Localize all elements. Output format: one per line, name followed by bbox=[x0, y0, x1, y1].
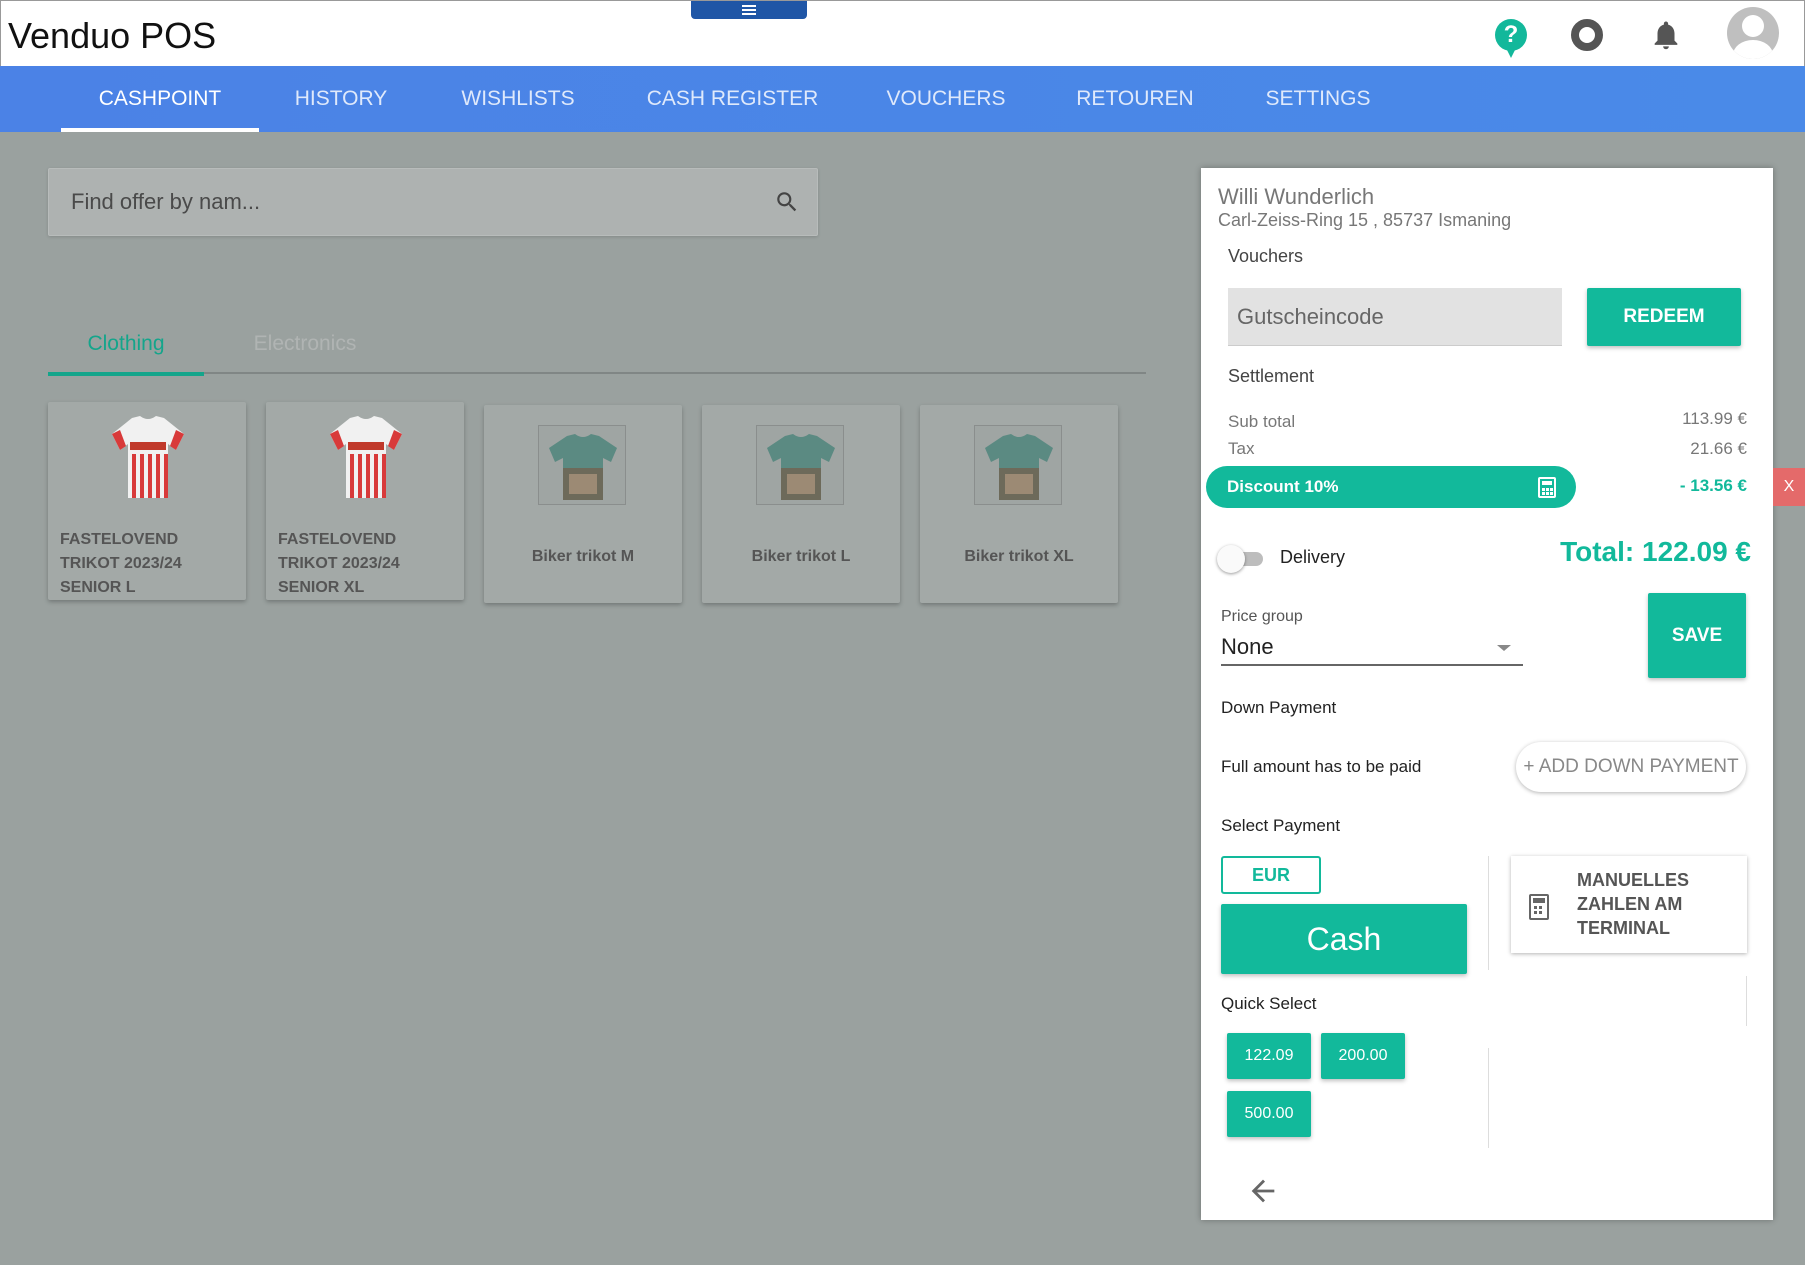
discount-value: - 13.56 € bbox=[1679, 476, 1747, 495]
product-card[interactable]: FASTELOVEND TRIKOT 2023/24 SENIOR XL bbox=[266, 402, 464, 600]
subtotal-value: 113.99 € bbox=[1682, 409, 1747, 428]
voucher-code-input[interactable] bbox=[1228, 288, 1562, 346]
category-tabs: Clothing Electronics bbox=[48, 320, 1146, 376]
tab-vouchers[interactable]: VOUCHERS bbox=[878, 66, 1014, 132]
top-header: Venduo POS ? bbox=[0, 0, 1805, 66]
payment-divider bbox=[1746, 976, 1747, 1026]
main-nav: CASHPOINT HISTORY WISHLISTS CASH REGISTE… bbox=[0, 66, 1805, 132]
save-button[interactable]: SAVE bbox=[1648, 593, 1746, 678]
product-name: Biker trikot L bbox=[751, 548, 851, 565]
product-card[interactable]: Biker trikot L bbox=[702, 405, 900, 603]
tax-value: 21.66 € bbox=[1690, 439, 1747, 458]
hamburger-icon bbox=[742, 9, 756, 11]
settlement-label: Settlement bbox=[1228, 366, 1315, 386]
tab-settings[interactable]: SETTINGS bbox=[1258, 66, 1378, 132]
tab-cashpoint[interactable]: CASHPOINT bbox=[61, 66, 259, 132]
quick-select-button[interactable]: 122.09 bbox=[1227, 1033, 1311, 1079]
customer-name: Willi Wunderlich bbox=[1218, 184, 1375, 209]
quick-select-button[interactable]: 500.00 bbox=[1227, 1091, 1311, 1137]
product-card[interactable]: FASTELOVEND TRIKOT 2023/24 SENIOR L bbox=[48, 402, 246, 600]
product-card[interactable]: Biker trikot M bbox=[484, 405, 682, 603]
search-icon[interactable] bbox=[774, 189, 800, 215]
delivery-label: Delivery bbox=[1280, 547, 1346, 567]
down-payment-label: Down Payment bbox=[1221, 698, 1337, 717]
terminal-label: MANUELLES ZAHLEN AM TERMINAL bbox=[1577, 870, 1689, 938]
full-amount-label: Full amount has to be paid bbox=[1221, 757, 1422, 776]
tab-clothing[interactable]: Clothing bbox=[48, 332, 204, 376]
product-image-frame bbox=[974, 425, 1062, 505]
price-group-select[interactable]: None bbox=[1221, 628, 1523, 666]
tab-cash-register[interactable]: CASH REGISTER bbox=[640, 66, 825, 132]
tax-label: Tax bbox=[1228, 439, 1255, 458]
terminal-payment-option[interactable]: MANUELLES ZAHLEN AM TERMINAL bbox=[1511, 856, 1747, 953]
discount-pill[interactable]: Discount 10% bbox=[1206, 466, 1576, 508]
back-arrow-icon[interactable] bbox=[1243, 1174, 1283, 1208]
total-amount: Total: 122.09 € bbox=[1560, 536, 1751, 567]
checkout-panel: Willi Wunderlich Carl-Zeiss-Ring 15 , 85… bbox=[1201, 168, 1773, 1220]
jersey-image bbox=[112, 416, 184, 498]
bike-jersey-image bbox=[549, 434, 617, 500]
vouchers-label: Vouchers bbox=[1228, 246, 1304, 266]
product-image-frame bbox=[756, 425, 844, 505]
currency-button[interactable]: EUR bbox=[1221, 856, 1321, 894]
remove-discount-button[interactable]: X bbox=[1773, 468, 1805, 506]
help-icon[interactable]: ? bbox=[1495, 19, 1527, 58]
payment-divider bbox=[1488, 856, 1489, 970]
avatar[interactable] bbox=[1727, 7, 1779, 59]
quick-select-divider bbox=[1488, 1048, 1489, 1148]
bike-jersey-image bbox=[767, 434, 835, 500]
tab-wishlists[interactable]: WISHLISTS bbox=[452, 66, 584, 132]
card-terminal-icon bbox=[1529, 894, 1549, 920]
bell-icon[interactable] bbox=[1649, 17, 1683, 53]
product-name: FASTELOVEND TRIKOT 2023/24 SENIOR L bbox=[60, 531, 182, 596]
delivery-toggle[interactable] bbox=[1217, 545, 1267, 573]
product-name: Biker trikot M bbox=[531, 548, 635, 565]
redeem-button[interactable]: REDEEM bbox=[1587, 288, 1741, 346]
cash-button[interactable]: Cash bbox=[1221, 904, 1467, 974]
discount-label: Discount 10% bbox=[1227, 477, 1339, 496]
tab-retouren[interactable]: RETOUREN bbox=[1070, 66, 1200, 132]
product-name: FASTELOVEND TRIKOT 2023/24 SENIOR XL bbox=[278, 531, 400, 596]
quick-select-label: Quick Select bbox=[1221, 994, 1317, 1013]
product-card[interactable]: Biker trikot XL bbox=[920, 405, 1118, 603]
app-title: Venduo POS bbox=[8, 15, 217, 56]
bike-jersey-image bbox=[985, 434, 1053, 500]
offer-search bbox=[48, 168, 818, 236]
price-group-value: None bbox=[1221, 634, 1274, 659]
chevron-down-icon bbox=[1497, 645, 1511, 651]
price-group-label: Price group bbox=[1221, 608, 1303, 625]
select-payment-label: Select Payment bbox=[1221, 816, 1341, 835]
jersey-image bbox=[330, 416, 402, 498]
product-name: Biker trikot XL bbox=[964, 548, 1074, 565]
menu-toggle-button[interactable] bbox=[691, 1, 807, 19]
calculator-icon[interactable] bbox=[1538, 477, 1556, 498]
customer-address: Carl-Zeiss-Ring 15 , 85737 Ismaning bbox=[1218, 210, 1512, 230]
subtotal-label: Sub total bbox=[1228, 412, 1296, 431]
product-image-frame bbox=[538, 425, 626, 505]
add-down-payment-button[interactable]: + ADD DOWN PAYMENT bbox=[1516, 742, 1746, 792]
search-input[interactable] bbox=[49, 169, 749, 235]
tab-electronics[interactable]: Electronics bbox=[230, 332, 380, 374]
status-circle-icon[interactable] bbox=[1571, 19, 1603, 51]
tab-history[interactable]: HISTORY bbox=[285, 66, 397, 132]
quick-select-button[interactable]: 200.00 bbox=[1321, 1033, 1405, 1079]
